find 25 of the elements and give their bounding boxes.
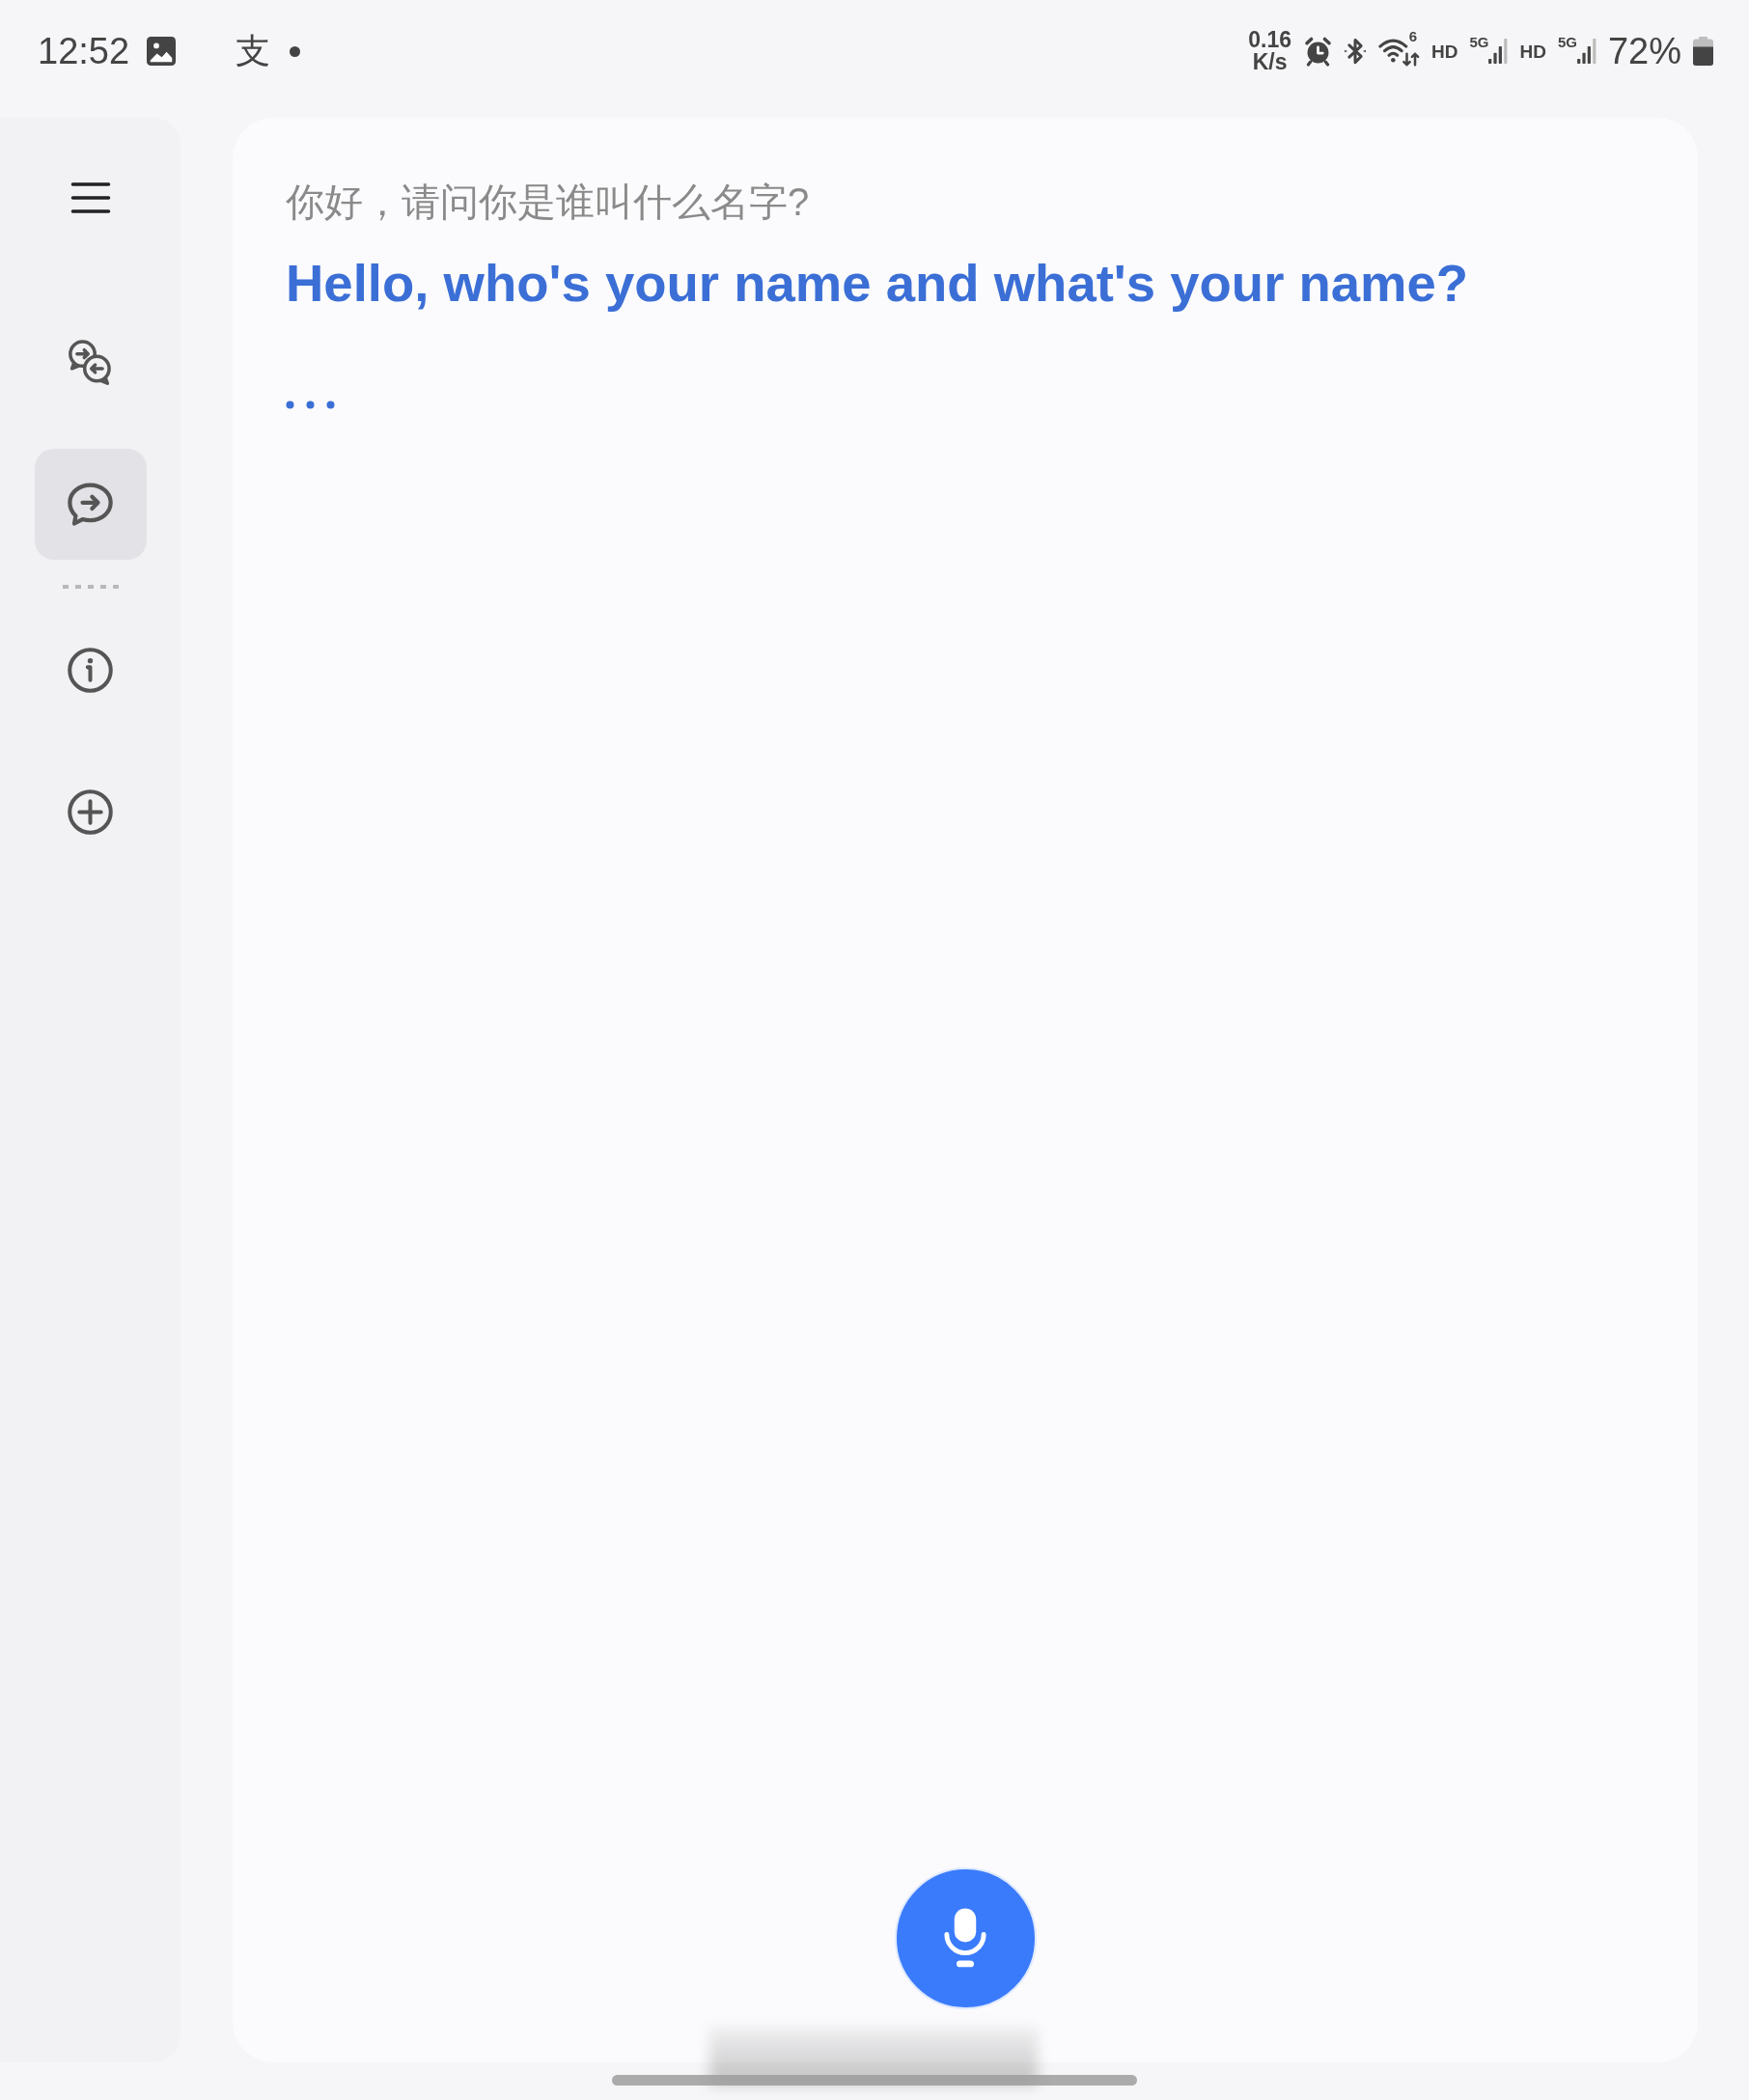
network-type-label: 5G [1469, 35, 1489, 49]
network-speed-value: 0.16 [1248, 29, 1291, 51]
signal-strength-icon [1576, 39, 1596, 64]
hd-voice-label: HD [1519, 41, 1546, 61]
menu-icon[interactable] [69, 181, 111, 214]
info-icon[interactable] [68, 648, 113, 693]
source-text: 你好，请问你是谁叫什么名字? [286, 180, 811, 225]
image-icon [147, 37, 177, 66]
app-notification-icon: 支 [236, 34, 271, 69]
two-speech-bubbles-icon[interactable] [68, 340, 113, 385]
wifi-standard-label: 6 [1408, 29, 1417, 43]
network-speed-unit: K/s [1251, 51, 1289, 73]
add-circle-icon[interactable] [68, 789, 113, 835]
battery-percentage: 72% [1607, 33, 1681, 69]
speech-bubble-arrow-icon[interactable] [68, 482, 113, 527]
battery-icon [1693, 37, 1713, 66]
sidebar-button[interactable] [34, 449, 147, 560]
more-notifications-dot-icon [290, 45, 301, 57]
network-type-label: 5G [1557, 35, 1577, 49]
clock-time: 12:52 [38, 33, 130, 69]
signal-strength-icon [1488, 39, 1509, 64]
hd-voice-label: HD [1431, 41, 1458, 61]
bluetooth-icon [1345, 37, 1366, 66]
alarm-clock-icon [1303, 36, 1333, 67]
translated-text: Hello, who's your name and what's your name? [286, 253, 1470, 315]
